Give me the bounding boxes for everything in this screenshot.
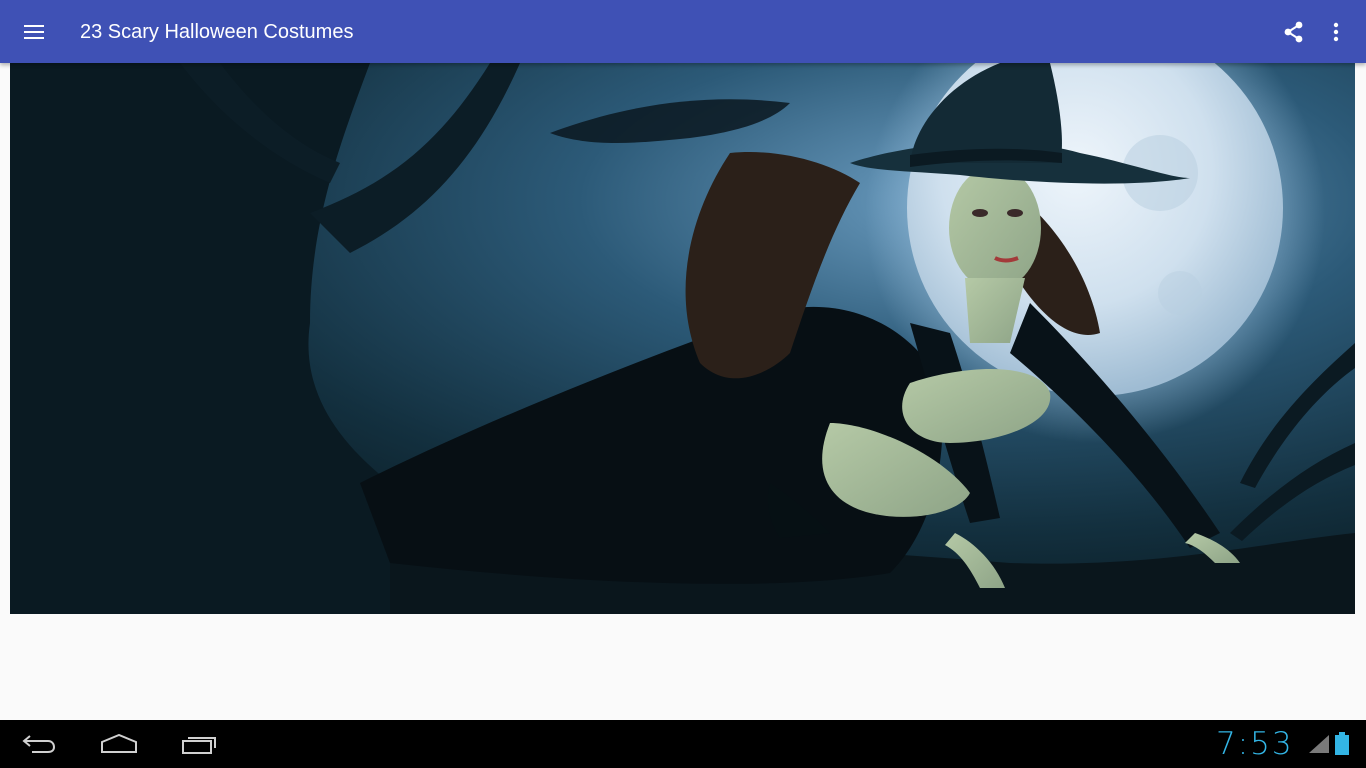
overflow-menu-button[interactable] [1316, 12, 1356, 52]
hamburger-menu-icon [24, 25, 44, 39]
recent-apps-icon [182, 737, 216, 754]
system-bar: 7:53 [0, 720, 1366, 768]
witch-illustration [10, 63, 1355, 614]
battery-icon [1335, 732, 1349, 755]
navigation-menu-button[interactable] [14, 12, 54, 52]
back-button[interactable] [11, 728, 67, 760]
clock: 7:53 [1216, 726, 1294, 762]
back-icon [22, 735, 56, 753]
content-area [0, 63, 1366, 720]
share-icon [1284, 21, 1303, 43]
signal-icon [1309, 735, 1329, 753]
home-icon [101, 734, 137, 753]
page-title: 23 Scary Halloween Costumes [80, 21, 354, 43]
home-button[interactable] [91, 728, 147, 760]
more-vert-icon [1333, 22, 1339, 42]
share-button[interactable] [1274, 12, 1314, 52]
costume-image [10, 63, 1355, 614]
app-bar: 23 Scary Halloween Costumes [0, 0, 1366, 63]
recent-apps-button[interactable] [172, 728, 228, 760]
